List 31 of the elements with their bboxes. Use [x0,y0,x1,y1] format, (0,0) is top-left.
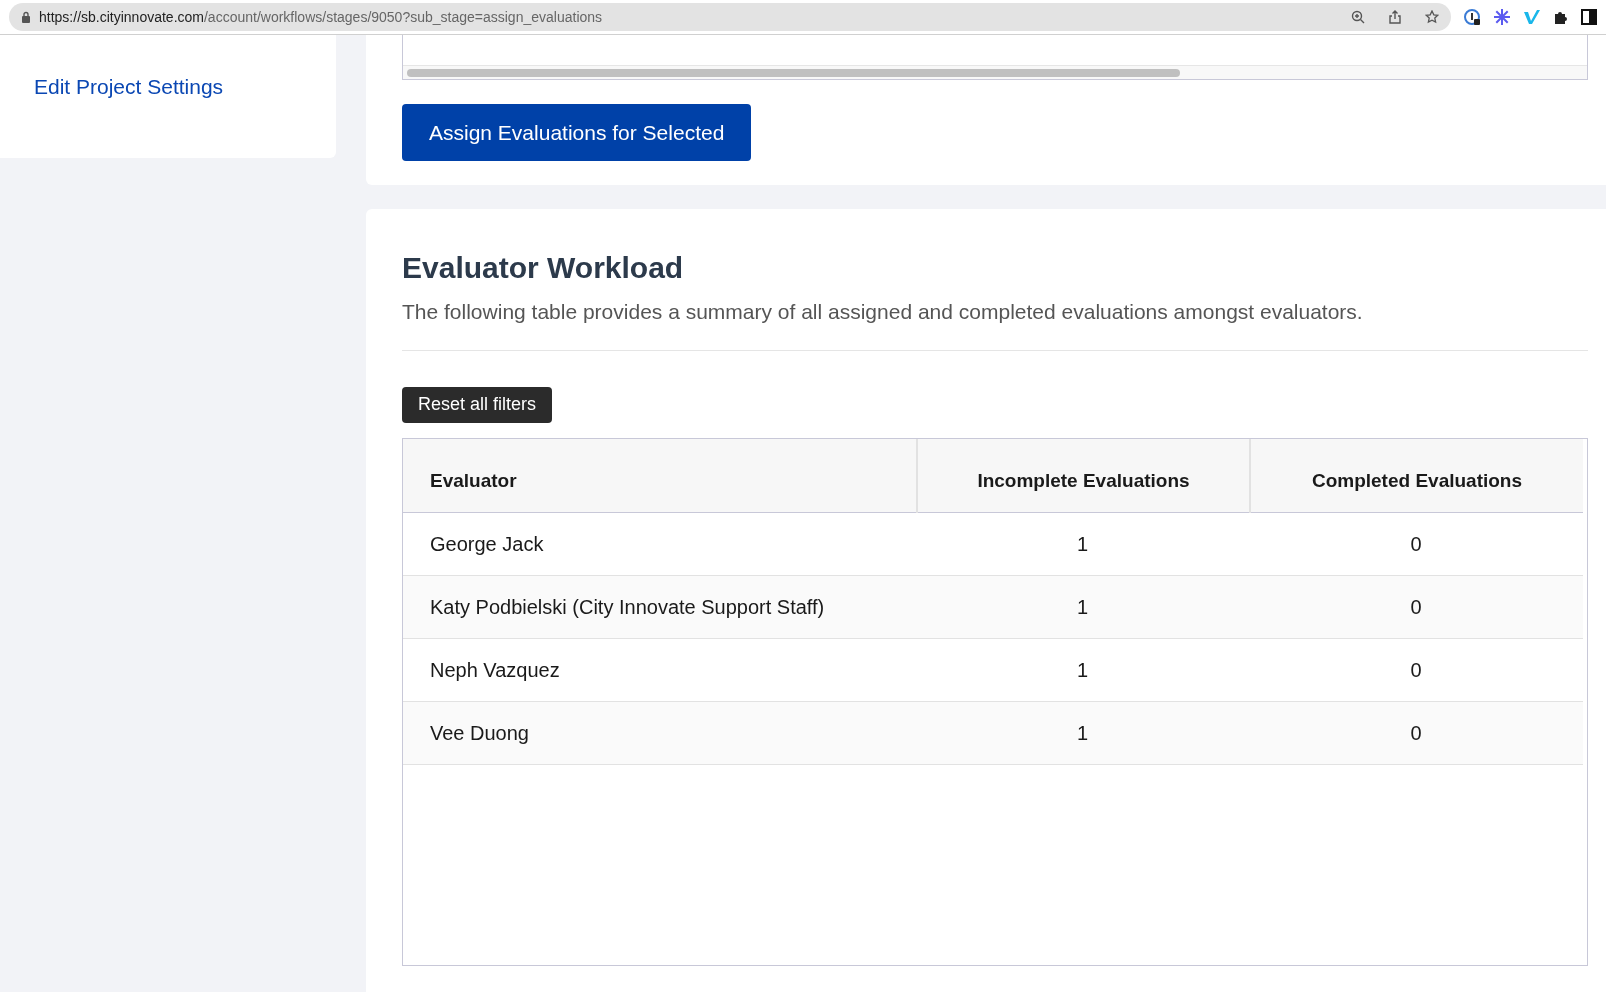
table-cell-text: Neph Vazquez [429,657,561,683]
address-bar[interactable]: https://sb.cityinnovate.com/account/workflows/stages/9050?sub_stage=assign_evaluations [9,3,1451,31]
section-description: The following table provides a summary of all assigned and completed evaluations amongst evaluators. [402,296,1588,351]
extension-icon[interactable] [1463,8,1481,26]
table-cell-text: Katy Podbielski (City Innovate Support Staff) [429,594,826,620]
table-cell-text: 0 [1409,594,1423,620]
edit-project-settings-link[interactable]: Edit Project Settings [34,70,224,103]
column-header: Completed Evaluations [1311,468,1523,493]
table-cell-text: 1 [1075,720,1090,746]
horizontal-scrollbar[interactable] [407,68,1180,77]
table-cell-text: 0 [1409,531,1423,557]
url-text: https://sb.cityinnovate.com/account/workflows/stages/9050?sub_stage=assign_evaluations [39,7,603,27]
table-cell-text: 0 [1409,720,1423,746]
sidebar-toggle-icon[interactable] [1581,9,1597,25]
star-icon[interactable] [1425,10,1439,24]
table-cell-text: George Jack [429,531,545,557]
column-header: Incomplete Evaluations [977,468,1190,493]
section-title: Evaluator Workload [402,250,685,286]
share-icon[interactable] [1389,10,1401,24]
puzzle-icon[interactable] [1553,9,1569,25]
reset-filters-button[interactable]: Reset all filters [402,386,553,423]
table-cell-text: 1 [1075,594,1090,620]
assign-evaluations-button[interactable]: Assign Evaluations for Selected [402,104,752,161]
table-cell-text: 0 [1409,657,1423,683]
table-cell-text: 1 [1075,531,1090,557]
table-cell-text: 1 [1075,657,1090,683]
zoom-icon[interactable] [1351,10,1365,24]
table-cell-text: Vee Duong [429,720,530,746]
lock-icon [21,11,31,23]
column-header: Evaluator [430,468,517,493]
snowflake-icon[interactable] [1493,8,1511,26]
